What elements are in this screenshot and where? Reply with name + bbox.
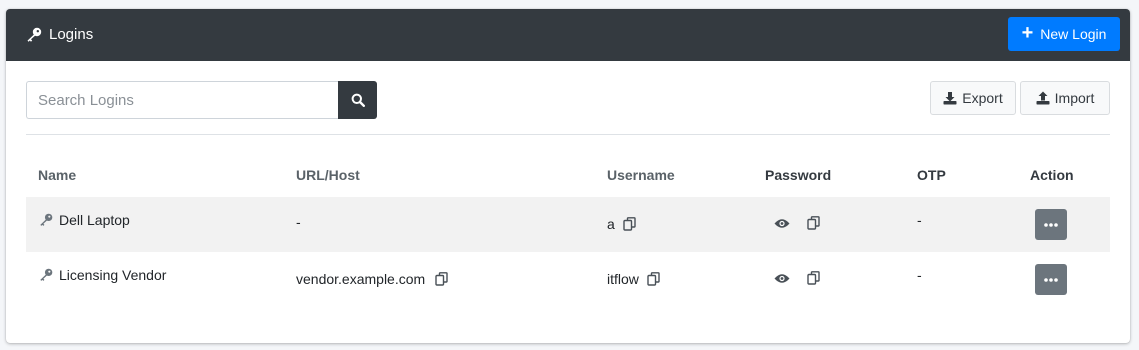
url-text: vendor.example.com (296, 271, 426, 287)
search-group (26, 81, 377, 119)
key-icon (40, 213, 53, 226)
column-header-username[interactable]: Username (607, 167, 675, 183)
download-icon (943, 92, 957, 105)
show-password-button[interactable] (774, 218, 790, 229)
page-title: Logins (26, 26, 93, 43)
search-button[interactable] (338, 81, 377, 119)
logins-card: Logins + New Login Export Import Name (6, 9, 1130, 343)
login-name-text: Licensing Vendor (59, 267, 167, 283)
copy-username-button[interactable] (623, 217, 636, 231)
login-name[interactable]: Licensing Vendor (39, 267, 166, 283)
import-button[interactable]: Import (1020, 81, 1110, 115)
column-header-action: Action (1030, 167, 1074, 183)
plus-icon: + (1021, 22, 1034, 44)
show-password-button[interactable] (774, 273, 790, 284)
ellipsis-icon (1044, 277, 1058, 282)
search-icon (351, 93, 365, 107)
table-row: Licensing Vendor vendor.example.com itfl… (26, 252, 1110, 307)
new-login-label: New Login (1040, 26, 1107, 42)
username-text: itflow (607, 271, 639, 287)
username-text: a (607, 216, 615, 232)
export-label: Export (962, 90, 1003, 106)
login-name[interactable]: Dell Laptop (39, 212, 130, 228)
table-row: Dell Laptop - a - (26, 197, 1110, 252)
page-title-text: Logins (49, 26, 94, 43)
eye-icon (774, 274, 790, 283)
username-cell: a (607, 216, 636, 232)
copy-icon (807, 271, 820, 285)
copy-username-button[interactable] (647, 272, 660, 286)
export-button[interactable]: Export (930, 81, 1016, 115)
copy-icon (807, 216, 820, 230)
url-cell: vendor.example.com (296, 271, 448, 287)
copy-icon (647, 272, 660, 286)
import-label: Import (1054, 90, 1095, 106)
otp-cell: - (917, 267, 922, 283)
card-header: Logins + New Login (6, 9, 1130, 61)
key-icon (40, 268, 53, 281)
otp-text: - (917, 212, 922, 228)
login-name-text: Dell Laptop (59, 212, 130, 228)
toolbar-divider (26, 134, 1110, 135)
copy-password-button[interactable] (807, 271, 820, 285)
column-header-password: Password (765, 167, 832, 183)
column-header-name[interactable]: Name (38, 167, 76, 183)
copy-url-button[interactable] (435, 272, 448, 286)
otp-text: - (917, 267, 922, 283)
otp-cell: - (917, 212, 922, 228)
copy-icon (623, 217, 636, 231)
search-input[interactable] (26, 81, 338, 119)
eye-icon (774, 219, 790, 228)
copy-icon (435, 272, 448, 286)
username-cell: itflow (607, 271, 660, 287)
new-login-button[interactable]: + New Login (1008, 17, 1120, 51)
copy-password-button[interactable] (807, 216, 820, 230)
url-text: - (296, 214, 301, 230)
upload-icon (1036, 91, 1050, 105)
key-icon (27, 27, 42, 42)
url-cell: - (296, 214, 301, 230)
column-header-otp: OTP (917, 167, 946, 183)
column-header-url[interactable]: URL/Host (296, 167, 360, 183)
ellipsis-icon (1044, 222, 1058, 227)
row-actions-button[interactable] (1035, 209, 1067, 240)
row-actions-button[interactable] (1035, 264, 1067, 295)
